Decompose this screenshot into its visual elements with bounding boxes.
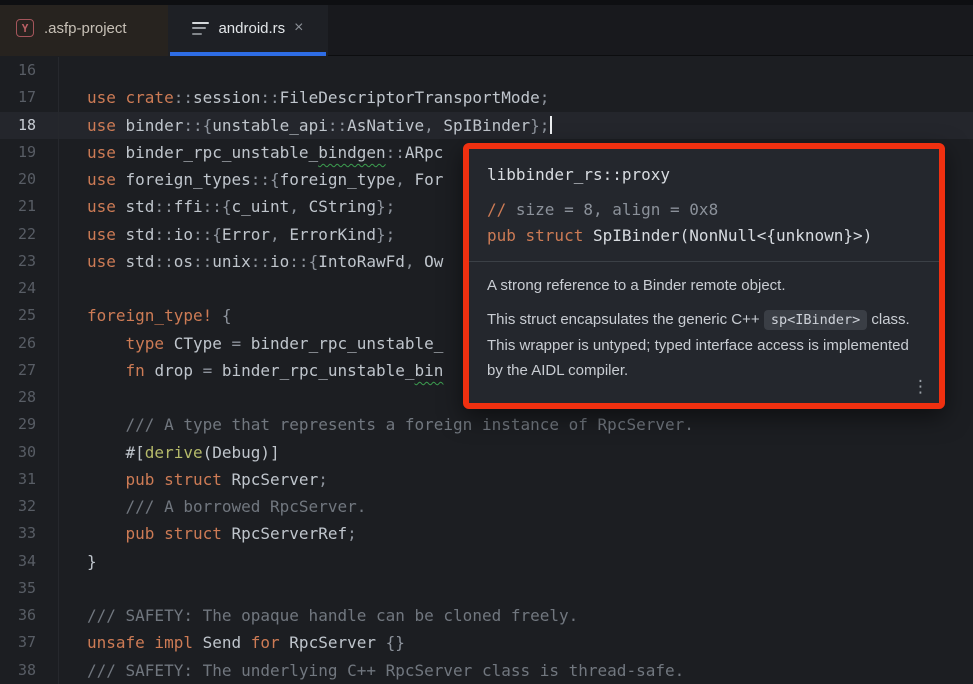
line-number: 34 <box>0 548 58 575</box>
code-line[interactable]: 34} <box>0 548 973 575</box>
line-number: 27 <box>0 357 58 384</box>
line-number: 18 <box>0 112 58 139</box>
popup-more-menu-icon[interactable]: ⋮ <box>912 377 929 397</box>
code-text: #[derive(Debug)] <box>58 439 280 466</box>
code-line[interactable]: 18use binder::{unstable_api::AsNative, S… <box>0 112 973 139</box>
code-text: /// SAFETY: The opaque handle can be clo… <box>58 602 578 629</box>
code-text: use crate::session::FileDescriptorTransp… <box>58 84 549 111</box>
code-line[interactable]: 29 /// A type that represents a foreign … <box>0 411 973 438</box>
doc-hover-popup: libbinder_rs::proxy // size = 8, align =… <box>463 143 945 409</box>
line-number: 31 <box>0 466 58 493</box>
code-text: use std::ffi::{c_uint, CString}; <box>58 193 395 220</box>
line-number: 23 <box>0 248 58 275</box>
popup-size-align-comment: // size = 8, align = 0x8 <box>487 197 921 223</box>
code-line[interactable]: 36/// SAFETY: The opaque handle can be c… <box>0 602 973 629</box>
code-text: use binder_rpc_unstable_bindgen::ARpc <box>58 139 443 166</box>
line-number: 16 <box>0 57 58 84</box>
code-text: /// A borrowed RpcServer. <box>58 493 366 520</box>
popup-summary-text: A strong reference to a Binder remote ob… <box>487 273 921 298</box>
line-number: 17 <box>0 84 58 111</box>
code-text <box>58 57 87 84</box>
code-line[interactable]: 33 pub struct RpcServerRef; <box>0 520 973 547</box>
line-number: 20 <box>0 166 58 193</box>
project-tab[interactable]: Y .asfp-project <box>0 0 168 56</box>
code-text: } <box>58 548 97 575</box>
line-number: 26 <box>0 330 58 357</box>
line-number: 35 <box>0 575 58 602</box>
popup-struct-signature: pub struct SpIBinder(NonNull<{unknown}>) <box>487 223 921 249</box>
line-number: 32 <box>0 493 58 520</box>
code-text: use std::io::{Error, ErrorKind}; <box>58 221 395 248</box>
file-tab-label: android.rs <box>218 20 285 37</box>
code-line[interactable]: 32 /// A borrowed RpcServer. <box>0 493 973 520</box>
code-text <box>58 575 87 602</box>
line-number: 25 <box>0 302 58 329</box>
gutter-divider <box>58 57 59 684</box>
code-line[interactable]: 17use crate::session::FileDescriptorTran… <box>0 84 973 111</box>
code-text: use binder::{unstable_api::AsNative, SpI… <box>58 112 552 139</box>
line-number: 38 <box>0 657 58 684</box>
inline-code-chip: sp<IBinder> <box>764 310 867 330</box>
code-line[interactable]: 38/// SAFETY: The underlying C++ RpcServ… <box>0 657 973 684</box>
tab-android-rs[interactable]: android.rs × <box>168 0 328 56</box>
code-text: unsafe impl Send for RpcServer {} <box>58 629 405 656</box>
line-number: 22 <box>0 221 58 248</box>
code-line[interactable]: 31 pub struct RpcServer; <box>0 466 973 493</box>
line-number: 28 <box>0 384 58 411</box>
popup-divider <box>469 261 939 262</box>
close-tab-icon[interactable]: × <box>294 20 303 36</box>
line-number: 36 <box>0 602 58 629</box>
code-text: pub struct RpcServerRef; <box>58 520 357 547</box>
code-text: pub struct RpcServer; <box>58 466 328 493</box>
popup-description-text: This struct encapsulates the generic C++… <box>487 307 921 383</box>
line-number: 29 <box>0 411 58 438</box>
code-text: use std::os::unix::io::{IntoRawFd, Ow <box>58 248 443 275</box>
code-line[interactable]: 37unsafe impl Send for RpcServer {} <box>0 629 973 656</box>
line-number: 19 <box>0 139 58 166</box>
code-line[interactable]: 16 <box>0 57 973 84</box>
code-text: /// A type that represents a foreign ins… <box>58 411 694 438</box>
line-number: 30 <box>0 439 58 466</box>
line-number: 21 <box>0 193 58 220</box>
tab-bar: Y .asfp-project android.rs × <box>0 0 973 56</box>
line-number: 37 <box>0 629 58 656</box>
code-text <box>58 384 87 411</box>
code-line[interactable]: 35 <box>0 575 973 602</box>
line-number: 33 <box>0 520 58 547</box>
project-file-type-icon: Y <box>16 19 34 37</box>
text-cursor <box>550 116 552 134</box>
project-tab-label: .asfp-project <box>44 20 127 37</box>
code-text: foreign_type! { <box>58 302 232 329</box>
line-number: 24 <box>0 275 58 302</box>
popup-module-path: libbinder_rs::proxy <box>487 164 921 186</box>
code-text: use foreign_types::{foreign_type, For <box>58 166 443 193</box>
document-lines-icon <box>192 22 209 35</box>
window-top-strip <box>0 0 973 5</box>
active-tab-indicator <box>170 52 326 56</box>
code-text <box>58 275 87 302</box>
code-text: /// SAFETY: The underlying C++ RpcServer… <box>58 657 684 684</box>
code-line[interactable]: 30 #[derive(Debug)] <box>0 439 973 466</box>
code-text: fn drop = binder_rpc_unstable_bin <box>58 357 443 384</box>
code-text: type CType = binder_rpc_unstable_ <box>58 330 443 357</box>
